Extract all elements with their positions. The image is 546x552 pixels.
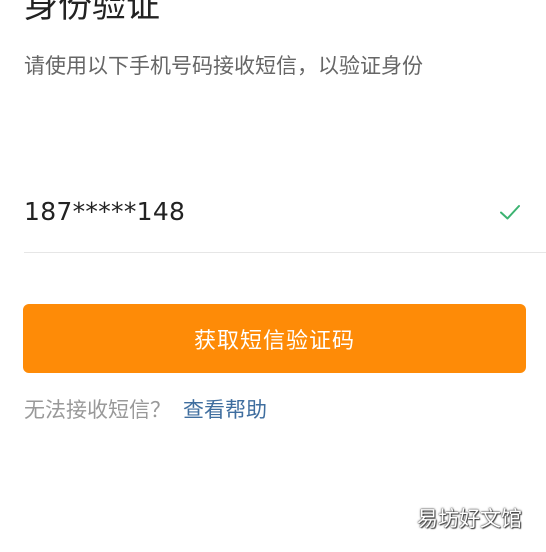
watermark-text: 易坊好文馆 bbox=[417, 507, 522, 531]
help-line: 无法接收短信？ 查看帮助 bbox=[24, 394, 267, 426]
get-sms-code-button[interactable]: 获取短信验证码 bbox=[23, 304, 526, 373]
cannot-receive-sms-text: 无法接收短信？ bbox=[24, 398, 171, 422]
checkmark-icon bbox=[498, 200, 522, 224]
phone-divider bbox=[24, 252, 546, 253]
view-help-link[interactable]: 查看帮助 bbox=[183, 398, 267, 422]
page-subtitle: 请使用以下手机号码接收短信，以验证身份 bbox=[24, 54, 423, 78]
page-title: 身份验证 bbox=[24, 0, 160, 26]
phone-number-row: 187*****148 bbox=[24, 186, 522, 248]
phone-number-value: 187*****148 bbox=[24, 197, 186, 226]
